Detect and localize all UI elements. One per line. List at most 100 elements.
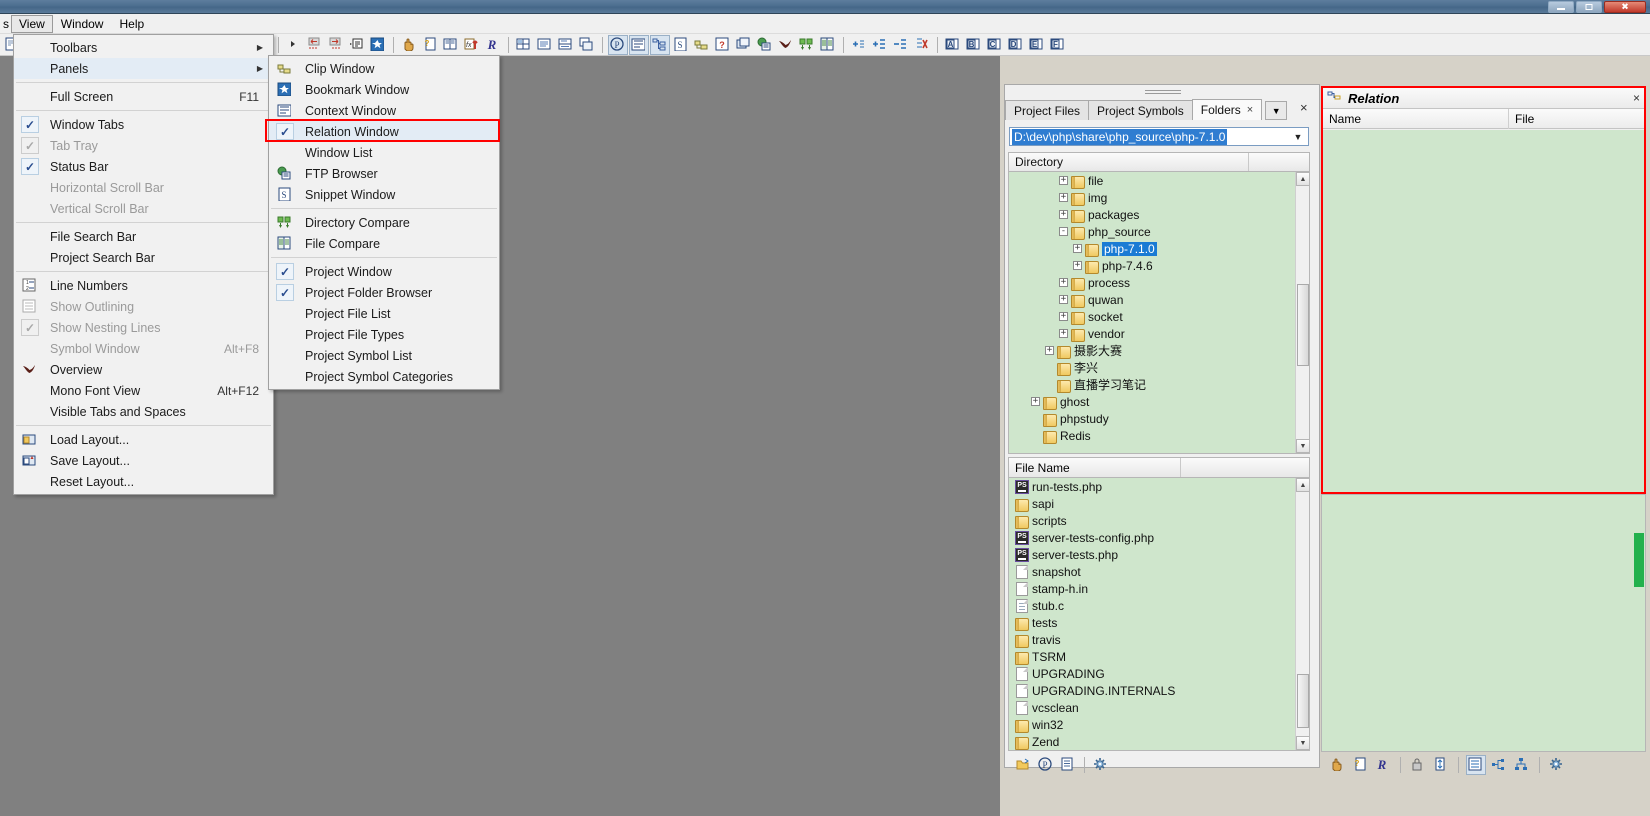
relation-lower-pane[interactable] — [1321, 494, 1646, 752]
menu-item-mono-font-view[interactable]: Mono Font View Alt+F12 — [14, 380, 273, 401]
expand-node-icon[interactable]: + — [1059, 312, 1068, 321]
menu-item-project-symbol-list[interactable]: Project Symbol List — [269, 345, 499, 366]
clear-marks-button[interactable] — [912, 35, 932, 55]
hand-button[interactable] — [1327, 755, 1347, 775]
menu-item-directory-compare[interactable]: Directory Compare — [269, 212, 499, 233]
bird-button[interactable] — [776, 35, 796, 55]
tab-folders[interactable]: Folders × — [1191, 99, 1263, 120]
relation-lower-scroll-indicator[interactable] — [1634, 533, 1644, 587]
menu-item-panels[interactable]: Panels ▶ — [14, 58, 273, 79]
tree-row[interactable]: Redis — [1009, 427, 1294, 444]
scroll-down-button[interactable]: ▼ — [1296, 439, 1309, 453]
expand-node-icon[interactable]: + — [1059, 176, 1068, 185]
bookmark-b-button[interactable]: B — [964, 35, 984, 55]
relation-column-file[interactable]: File — [1509, 112, 1534, 126]
tree-row[interactable]: phpstudy — [1009, 410, 1294, 427]
hierarchy-button[interactable] — [1512, 755, 1532, 775]
menu-item-truncated[interactable]: s — [2, 15, 11, 33]
chevron-down-icon[interactable]: ▼ — [1290, 130, 1306, 144]
menu-item-file-compare[interactable]: File Compare — [269, 233, 499, 254]
tree-row[interactable]: 直播学习笔记 — [1009, 376, 1294, 393]
tree-row[interactable]: + file — [1009, 172, 1294, 189]
single-pane-button[interactable] — [535, 35, 555, 55]
tree-row[interactable]: + vendor — [1009, 325, 1294, 342]
expand-node-icon[interactable]: + — [1059, 295, 1068, 304]
tree-row[interactable]: + 摄影大赛 — [1009, 342, 1294, 359]
file-list-item[interactable]: vcsclean — [1009, 699, 1294, 716]
file-list-item[interactable]: PS run-tests.php — [1009, 478, 1294, 495]
collapse-all-button[interactable] — [891, 35, 911, 55]
menu-item-project-window[interactable]: ✓ Project Window — [269, 261, 499, 282]
file-list-item[interactable]: stub.c — [1009, 597, 1294, 614]
file-list-item[interactable]: UPGRADING.INTERNALS — [1009, 682, 1294, 699]
relation-window-body[interactable] — [1323, 130, 1644, 492]
menu-item-bookmark-window[interactable]: Bookmark Window — [269, 79, 499, 100]
menu-item-horizontal-scroll-bar[interactable]: Horizontal Scroll Bar — [14, 177, 273, 198]
fx-up-button[interactable]: fx — [462, 35, 482, 55]
lock-button[interactable] — [1408, 755, 1428, 775]
tree-row[interactable]: + ghost — [1009, 393, 1294, 410]
bookmark-a-button[interactable]: A — [943, 35, 963, 55]
file-scroll-thumb[interactable] — [1297, 674, 1309, 728]
tree-row[interactable]: - php_source — [1009, 223, 1294, 240]
menu-item-window[interactable]: Window — [53, 15, 112, 33]
menu-item-overview[interactable]: Overview — [14, 359, 273, 380]
panel-drag-grip[interactable] — [1145, 88, 1181, 94]
menu-item-window-tabs[interactable]: ✓ Window Tabs — [14, 114, 273, 135]
context-window-button[interactable] — [629, 34, 649, 55]
directory-tree[interactable]: + file + img + packages - php_source + php-7.1.0 +… — [1008, 172, 1310, 454]
tab-close-icon[interactable]: × — [1247, 104, 1253, 116]
list-bullets-button[interactable] — [347, 35, 367, 55]
scroll-up-button[interactable]: ▲ — [1296, 172, 1309, 186]
bookmark-c-button[interactable]: C — [985, 35, 1005, 55]
expand-all-button[interactable] — [870, 35, 890, 55]
open-folder-button[interactable] — [1014, 755, 1034, 775]
split-grid-button[interactable] — [514, 35, 534, 55]
expand-node-icon[interactable]: + — [1059, 278, 1068, 287]
directory-tree-scrollbar[interactable]: ▲ ▼ — [1295, 172, 1309, 453]
bookmark-window-button[interactable] — [368, 35, 388, 55]
help-doc-button[interactable]: ? — [420, 35, 440, 55]
project-button[interactable]: P — [1036, 755, 1056, 775]
tree-row[interactable]: + quwan — [1009, 291, 1294, 308]
node-graph-button[interactable] — [1489, 755, 1509, 775]
relation-window-button[interactable] — [650, 34, 670, 55]
menu-item-project-file-types[interactable]: Project File Types — [269, 324, 499, 345]
menu-item-save-layout[interactable]: Save Layout... — [14, 450, 273, 471]
minimize-button[interactable] — [1548, 0, 1574, 13]
file-list-item[interactable]: PS server-tests.php — [1009, 546, 1294, 563]
menu-item-clip-window[interactable]: Clip Window — [269, 58, 499, 79]
file-list-item[interactable]: PS server-tests-config.php — [1009, 529, 1294, 546]
cascade-button[interactable] — [577, 35, 597, 55]
tab-project-files[interactable]: Project Files — [1005, 100, 1090, 120]
split-horizontal-button[interactable] — [556, 35, 576, 55]
menu-item-ftp-browser[interactable]: FTP Browser — [269, 163, 499, 184]
more-arrow-button[interactable] — [284, 35, 304, 55]
file-list-item[interactable]: TSRM — [1009, 648, 1294, 665]
relation-window-close-icon[interactable]: × — [1633, 91, 1644, 105]
file-list-item[interactable]: tests — [1009, 614, 1294, 631]
collapse-node-icon[interactable]: - — [1059, 227, 1068, 236]
menu-item-project-symbol-categories[interactable]: Project Symbol Categories — [269, 366, 499, 387]
menu-item-project-file-list[interactable]: Project File List — [269, 303, 499, 324]
menu-item-visible-tabs-and-spaces[interactable]: Visible Tabs and Spaces — [14, 401, 273, 422]
scroll-thumb[interactable] — [1297, 284, 1309, 366]
menu-item-show-nesting-lines[interactable]: ✓ Show Nesting Lines — [14, 317, 273, 338]
maximize-button[interactable] — [1576, 0, 1602, 13]
file-list-item[interactable]: sapi — [1009, 495, 1294, 512]
file-compare-button[interactable] — [818, 35, 838, 55]
project-panel-close-icon[interactable]: × — [1300, 100, 1308, 115]
expand-node-icon[interactable]: + — [1073, 244, 1082, 253]
menu-item-project-folder-browser[interactable]: ✓ Project Folder Browser — [269, 282, 499, 303]
menu-item-show-outlining[interactable]: Show Outlining — [14, 296, 273, 317]
file-list-item[interactable]: win32 — [1009, 716, 1294, 733]
file-list-item[interactable]: scripts — [1009, 512, 1294, 529]
menu-item-project-search-bar[interactable]: Project Search Bar — [14, 247, 273, 268]
clip-window-button[interactable] — [692, 35, 712, 55]
ftp-browser-button[interactable] — [755, 35, 775, 55]
file-list-item[interactable]: travis — [1009, 631, 1294, 648]
tree-row[interactable]: + php-7.1.0 — [1009, 240, 1294, 257]
toggle-fold-button[interactable] — [849, 35, 869, 55]
menu-item-vertical-scroll-bar[interactable]: Vertical Scroll Bar — [14, 198, 273, 219]
expand-node-icon[interactable]: + — [1059, 193, 1068, 202]
